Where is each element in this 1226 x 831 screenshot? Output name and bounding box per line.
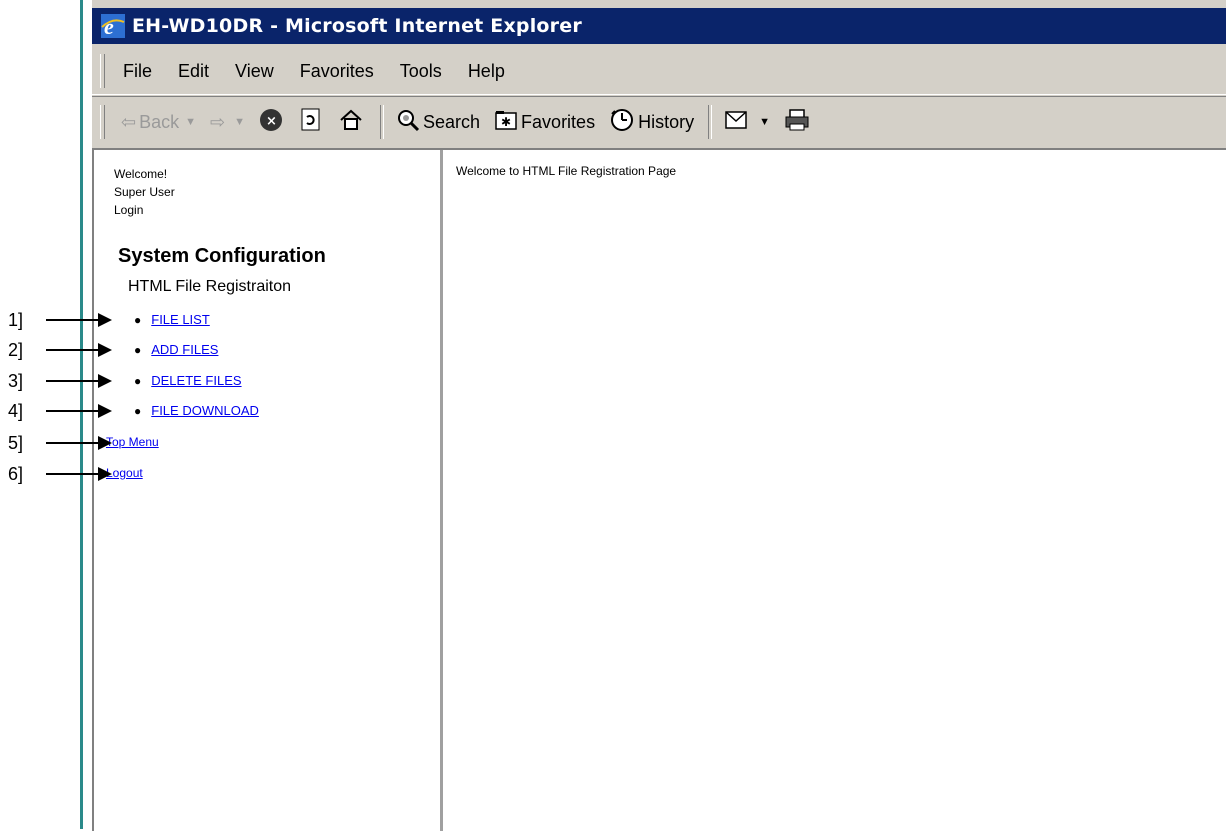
back-button[interactable]: ⇦ Back ▼ <box>121 112 196 133</box>
mail-button[interactable]: ▼ <box>724 108 770 137</box>
history-button[interactable]: History <box>609 108 694 137</box>
file-list-link[interactable]: FILE LIST <box>151 312 210 327</box>
ie-logo-icon: e <box>100 13 126 39</box>
search-button[interactable]: Search <box>396 108 480 137</box>
menu-view[interactable]: View <box>233 57 276 86</box>
standard-toolbar: ⇦ Back ▼ ⇨ ▼ × Search ✱ Favorites Histor… <box>92 96 1226 147</box>
back-dropdown-icon[interactable]: ▼ <box>185 116 196 128</box>
history-icon <box>609 108 635 137</box>
favorites-folder-icon: ✱ <box>494 109 518 136</box>
top-menu-link[interactable]: Top Menu <box>106 435 159 449</box>
logout-link[interactable]: Logout <box>106 466 143 480</box>
menu-file[interactable]: File <box>121 57 154 86</box>
callout-number: 1] <box>8 310 24 330</box>
favorites-label: Favorites <box>521 111 596 132</box>
subsection-title: HTML File Registraiton <box>128 278 292 295</box>
left-navigation-frame[interactable]: Welcome! Super User Login System Configu… <box>94 150 443 831</box>
stop-icon: × <box>259 108 283 137</box>
search-label: Search <box>423 111 481 132</box>
window-title: EH-WD10DR - Microsoft Internet Explorer <box>132 15 582 37</box>
user-name: Super User <box>114 185 175 199</box>
svg-text:e: e <box>104 14 114 39</box>
nav-item-add-files: ● ADD FILES <box>134 342 218 357</box>
back-arrow-icon: ⇦ <box>121 111 137 132</box>
forward-button[interactable]: ⇨ ▼ <box>210 112 245 133</box>
bullet-icon: ● <box>134 312 142 327</box>
toolbar-separator <box>708 105 713 139</box>
nav-item-file-list: ● FILE LIST <box>134 312 210 327</box>
welcome-message: Welcome to HTML File Registration Page <box>456 164 677 178</box>
mail-icon <box>724 108 750 137</box>
file-download-link[interactable]: FILE DOWNLOAD <box>151 403 259 418</box>
bullet-icon: ● <box>134 342 142 357</box>
browser-window: e EH-WD10DR - Microsoft Internet Explore… <box>90 0 1226 831</box>
home-button[interactable] <box>339 108 366 137</box>
menu-help[interactable]: Help <box>466 57 507 86</box>
title-bar: e EH-WD10DR - Microsoft Internet Explore… <box>92 8 1226 44</box>
menu-tools[interactable]: Tools <box>398 57 444 86</box>
search-icon <box>396 108 420 137</box>
svg-text:×: × <box>266 114 277 129</box>
bullet-icon: ● <box>134 403 142 418</box>
callout-number: 3] <box>8 371 24 391</box>
history-label: History <box>638 111 695 132</box>
nav-item-file-download: ● FILE DOWNLOAD <box>134 403 259 418</box>
stop-button[interactable]: × <box>259 108 286 137</box>
menubar-grip[interactable] <box>100 54 105 88</box>
bullet-icon: ● <box>134 373 142 388</box>
favorites-button[interactable]: ✱ Favorites <box>494 109 595 136</box>
add-files-link[interactable]: ADD FILES <box>151 342 218 357</box>
main-content-frame: Welcome to HTML File Registration Page <box>446 150 1226 831</box>
page-content: Welcome! Super User Login System Configu… <box>92 148 1226 831</box>
menu-favorites[interactable]: Favorites <box>298 57 376 86</box>
menu-bar: File Edit View Favorites Tools Help <box>92 48 1226 95</box>
forward-dropdown-icon[interactable]: ▼ <box>234 116 245 128</box>
welcome-text: Welcome! <box>114 167 168 181</box>
toolbar-grip[interactable] <box>100 105 105 139</box>
delete-files-link[interactable]: DELETE FILES <box>151 373 241 388</box>
callout-number: 5] <box>8 433 24 453</box>
accent-line <box>80 0 83 829</box>
toolbar-separator <box>380 105 384 139</box>
refresh-icon <box>300 108 322 137</box>
nav-item-delete-files: ● DELETE FILES <box>134 373 242 388</box>
mail-dropdown-icon[interactable]: ▼ <box>759 116 770 128</box>
forward-arrow-icon: ⇨ <box>210 111 226 132</box>
back-label: Back <box>139 111 180 132</box>
section-title: System Configuration <box>118 245 326 267</box>
print-button[interactable] <box>784 108 813 137</box>
callout-number: 4] <box>8 401 24 421</box>
login-text: Login <box>114 203 144 217</box>
menu-edit[interactable]: Edit <box>176 57 211 86</box>
callout-number: 2] <box>8 340 24 360</box>
home-icon <box>339 108 363 137</box>
refresh-button[interactable] <box>300 108 325 137</box>
svg-text:✱: ✱ <box>501 115 511 129</box>
printer-icon <box>784 108 810 137</box>
callout-number: 6] <box>8 464 24 484</box>
